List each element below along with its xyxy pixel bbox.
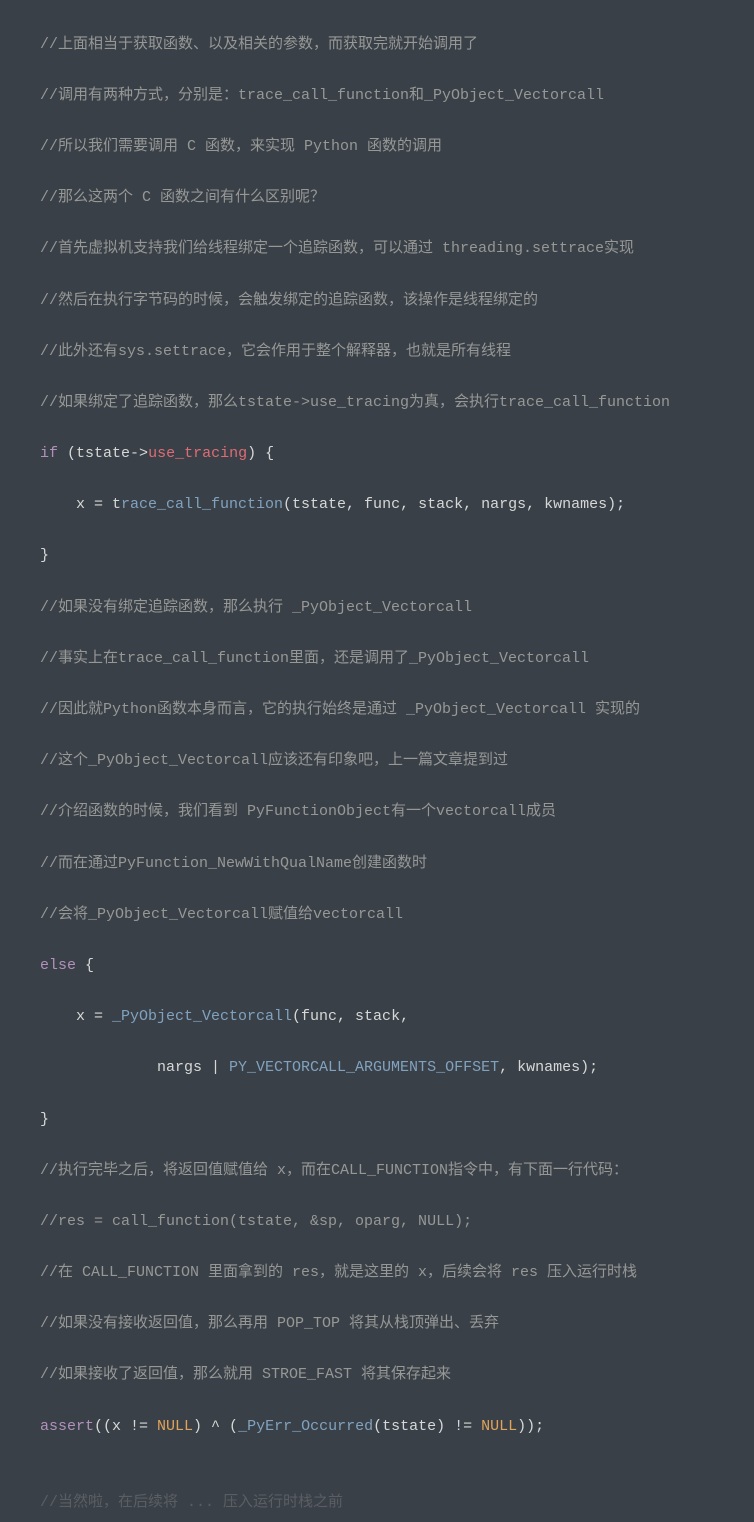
paren: (: [58, 445, 76, 462]
args: , kwnames);: [499, 1059, 598, 1076]
code-text: nargs |: [40, 1059, 229, 1076]
code-text: ) ^ (: [193, 1418, 238, 1435]
comment-line: //介绍函数的时候，我们看到 PyFunctionObject有一个vector…: [40, 799, 744, 825]
comment-line: //首先虚拟机支持我们给线程绑定一个追踪函数，可以通过 threading.se…: [40, 236, 744, 262]
code-text: x =: [40, 1008, 112, 1025]
comment-line: //这个_PyObject_Vectorcall应该还有印象吧，上一篇文章提到过: [40, 748, 744, 774]
comment-line: //如果接收了返回值，那么就用 STROE_FAST 将其保存起来: [40, 1362, 744, 1388]
comment-line: //会将_PyObject_Vectorcall赋值给vectorcall: [40, 902, 744, 928]
code-line-assert: assert((x != NULL) ^ (_PyErr_Occurred(ts…: [40, 1414, 744, 1440]
comment-line: //如果没有绑定追踪函数，那么执行 _PyObject_Vectorcall: [40, 595, 744, 621]
code-text: ));: [517, 1418, 544, 1435]
comment-line: //res = call_function(tstate, &sp, oparg…: [40, 1209, 744, 1235]
fn-pyobject-vectorcall: _PyObject_Vectorcall: [112, 1008, 292, 1025]
keyword-if: if: [40, 445, 58, 462]
comment-line: //执行完毕之后，将返回值赋值给 x，而在CALL_FUNCTION指令中，有下…: [40, 1158, 744, 1184]
comment-line: //如果没有接收返回值，那么再用 POP_TOP 将其从栈顶弹出、丢弃: [40, 1311, 744, 1337]
code-line-else-body1: x = _PyObject_Vectorcall(func, stack,: [40, 1004, 744, 1030]
comment-line-partial: //当然啦，在后续将 ... 压入运行时栈之前: [40, 1490, 744, 1516]
arrow-op: ->: [130, 445, 148, 462]
comment-line: //在 CALL_FUNCTION 里面拿到的 res，就是这里的 x，后续会将…: [40, 1260, 744, 1286]
code-line-if-body: x = trace_call_function(tstate, func, st…: [40, 492, 744, 518]
args: (tstate, func, stack, nargs, kwnames);: [283, 496, 625, 513]
comment-line: //因此就Python函数本身而言，它的执行始终是通过 _PyObject_Ve…: [40, 697, 744, 723]
code-text: (tstate) !=: [373, 1418, 481, 1435]
comment-line: //上面相当于获取函数、以及相关的参数，而获取完就开始调用了: [40, 32, 744, 58]
brace-close: }: [40, 1107, 744, 1133]
comment-line: //调用有两种方式，分别是：trace_call_function和_PyObj…: [40, 83, 744, 109]
field-use-tracing: use_tracing: [148, 445, 247, 462]
comment-line: //然后在执行字节码的时候，会触发绑定的追踪函数，该操作是线程绑定的: [40, 288, 744, 314]
args: (func, stack,: [292, 1008, 409, 1025]
code-text: ((x !=: [94, 1418, 157, 1435]
keyword-else: else: [40, 957, 76, 974]
comment-line: //而在通过PyFunction_NewWithQualName创建函数时: [40, 851, 744, 877]
comment-line: //那么这两个 C 函数之间有什么区别呢？: [40, 185, 744, 211]
brace-close: }: [40, 543, 744, 569]
fn-pyerr-occurred: _PyErr_Occurred: [238, 1418, 373, 1435]
brace: ) {: [247, 445, 274, 462]
comment-line: //此外还有sys.settrace，它会作用于整个解释器，也就是所有线程: [40, 339, 744, 365]
keyword-assert: assert: [40, 1418, 94, 1435]
code-line-if: if (tstate->use_tracing) {: [40, 441, 744, 467]
code-text: x = t: [40, 496, 121, 513]
fn-trace-call-function: race_call_function: [121, 496, 283, 513]
macro-vectorcall-offset: PY_VECTORCALL_ARGUMENTS_OFFSET: [229, 1059, 499, 1076]
comment-line: //如果绑定了追踪函数，那么tstate->use_tracing为真，会执行t…: [40, 390, 744, 416]
code-line-else: else {: [40, 953, 744, 979]
comment-line: //事实上在trace_call_function里面，还是调用了_PyObje…: [40, 646, 744, 672]
comment-line: //所以我们需要调用 C 函数，来实现 Python 函数的调用: [40, 134, 744, 160]
const-null: NULL: [481, 1418, 517, 1435]
const-null: NULL: [157, 1418, 193, 1435]
brace: {: [76, 957, 94, 974]
code-block: //上面相当于获取函数、以及相关的参数，而获取完就开始调用了 //调用有两种方式…: [0, 0, 754, 1522]
code-line-else-body2: nargs | PY_VECTORCALL_ARGUMENTS_OFFSET, …: [40, 1055, 744, 1081]
ident-tstate: tstate: [76, 445, 130, 462]
